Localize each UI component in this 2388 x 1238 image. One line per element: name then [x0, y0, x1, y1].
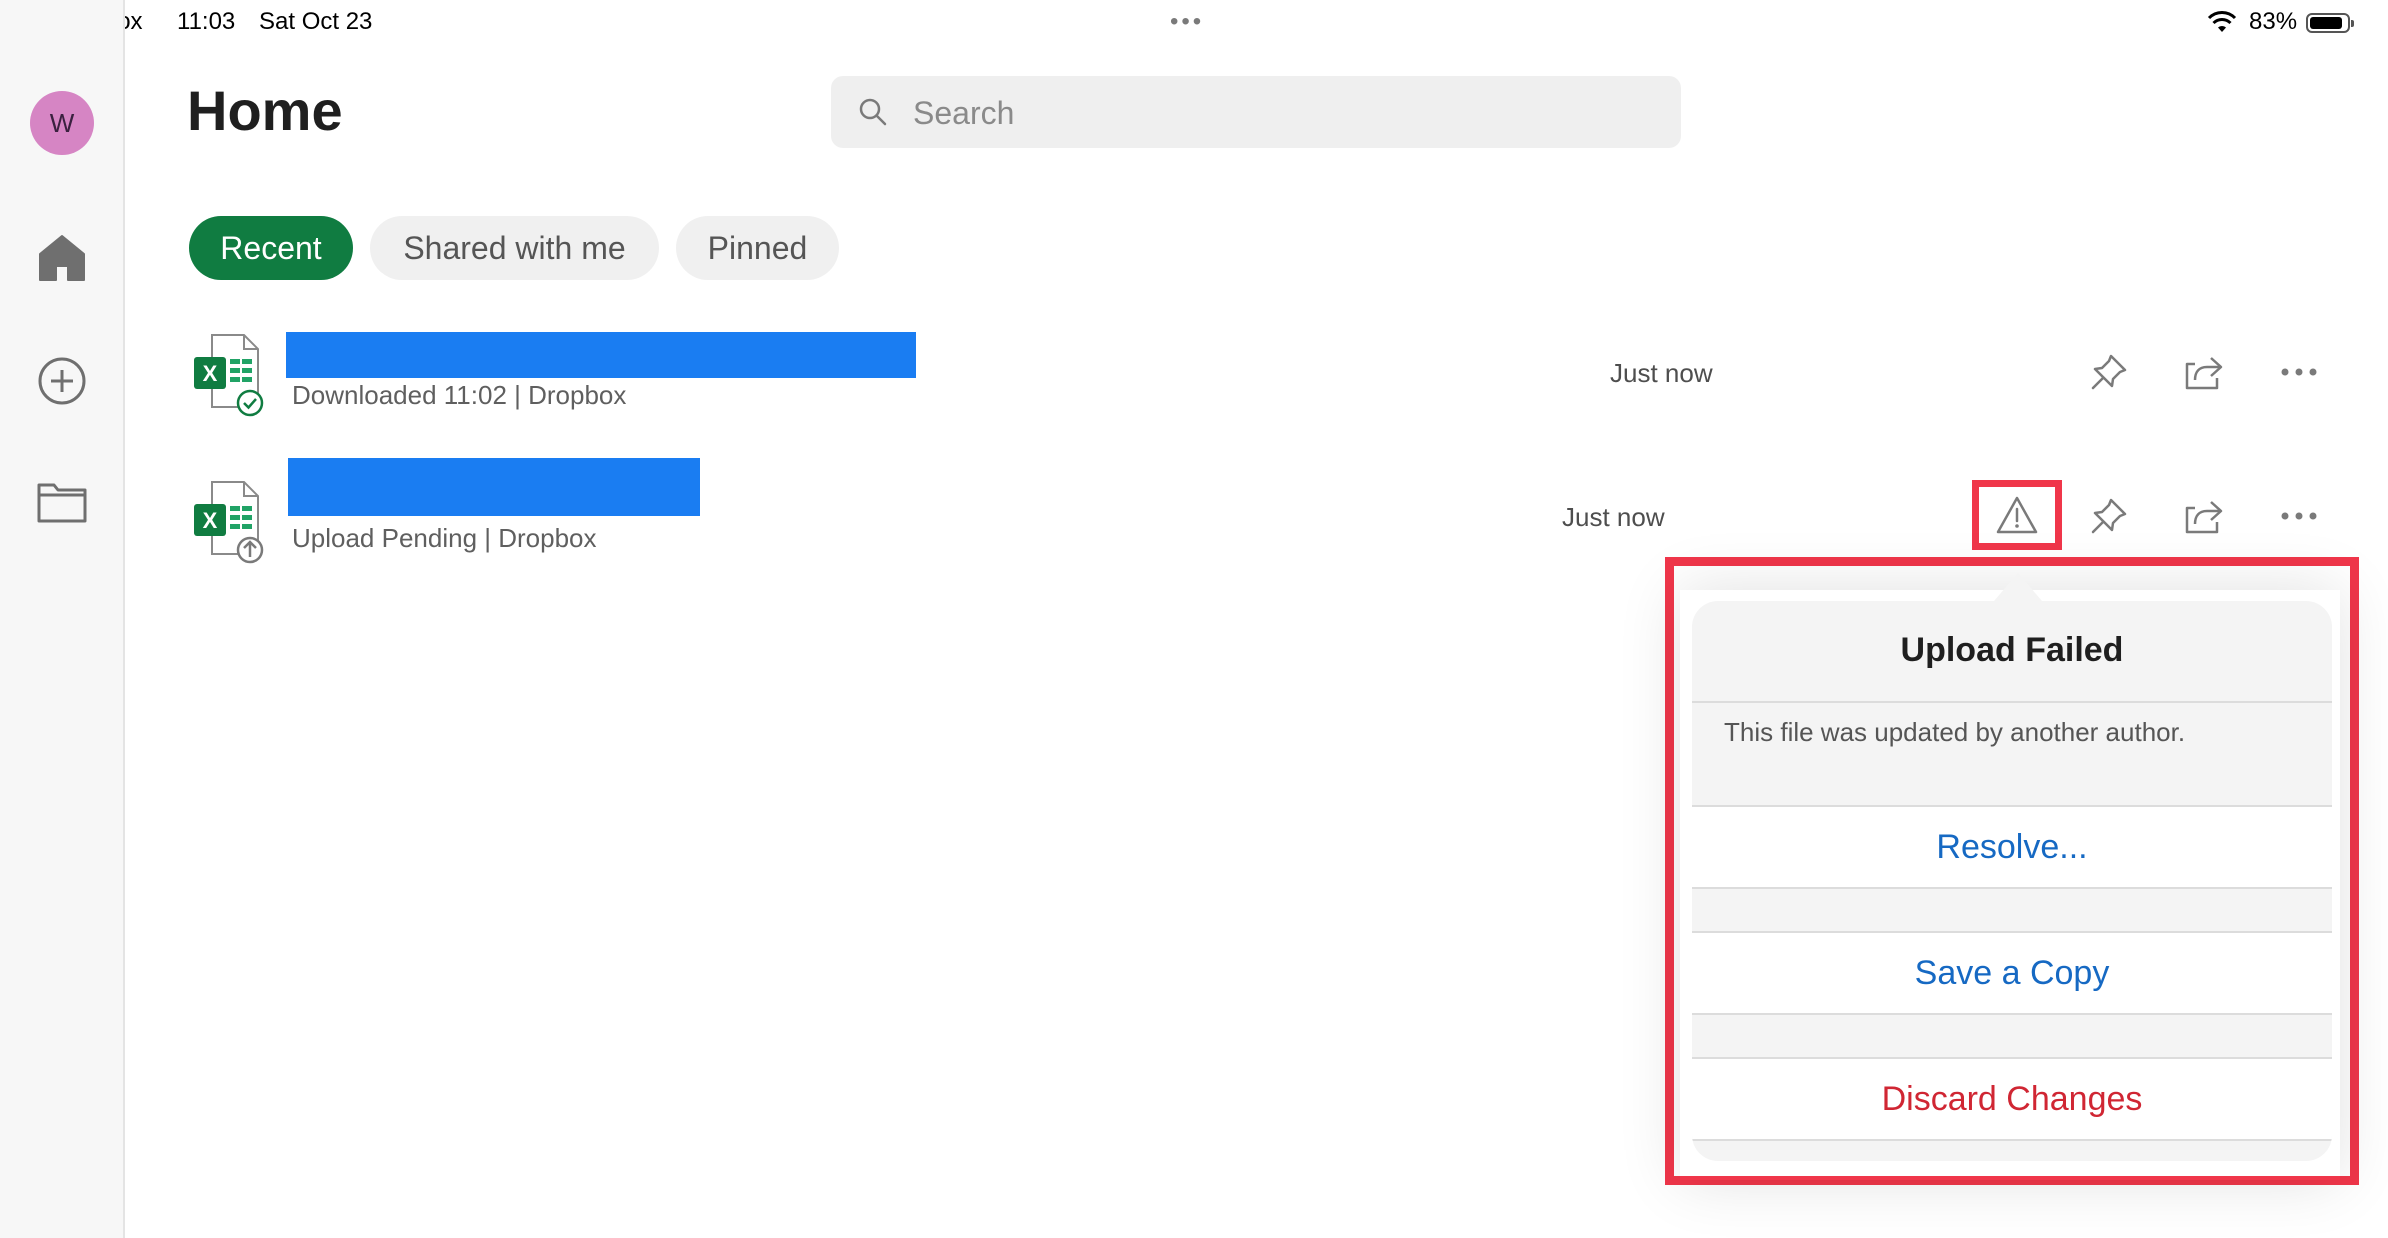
- more-options-button[interactable]: [2271, 488, 2327, 544]
- wifi-icon: [2207, 11, 2237, 32]
- file-status: Upload Pending | Dropbox: [292, 523, 597, 553]
- svg-text:X: X: [203, 361, 218, 386]
- share-button[interactable]: [2176, 488, 2232, 544]
- tab-shared-with-me[interactable]: Shared with me: [370, 216, 659, 280]
- divider: [1692, 701, 2332, 703]
- share-icon: [2185, 357, 2223, 390]
- search-input[interactable]: [911, 90, 1655, 136]
- file-status: Downloaded 11:02 | Dropbox: [292, 380, 627, 410]
- resolve-button[interactable]: Resolve...: [1692, 807, 2332, 887]
- status-time: 11:03: [177, 8, 236, 35]
- save-a-copy-button[interactable]: Save a Copy: [1692, 933, 2332, 1013]
- search-icon: [859, 98, 887, 126]
- battery-icon: [2306, 13, 2354, 33]
- tab-pinned[interactable]: Pinned: [676, 216, 839, 280]
- home-icon[interactable]: [36, 232, 88, 284]
- sidebar: W: [0, 0, 125, 1238]
- pin-button[interactable]: [2081, 344, 2137, 400]
- discard-changes-button[interactable]: Discard Changes: [1692, 1059, 2332, 1139]
- divider: [1692, 887, 2332, 889]
- search-bar[interactable]: [831, 76, 1681, 148]
- share-icon: [2185, 501, 2223, 534]
- excel-synced-icon: X: [194, 334, 264, 417]
- pin-icon: [2091, 354, 2127, 390]
- file-modified-time: Just now: [1562, 502, 1665, 532]
- page-title: Home: [187, 79, 343, 142]
- file-name-redacted: [286, 332, 916, 378]
- more-dots-icon: [2281, 368, 2317, 376]
- tab-recent[interactable]: Recent: [189, 216, 353, 280]
- pin-icon: [2091, 498, 2127, 534]
- battery-percent: 83%: [2249, 8, 2298, 35]
- upload-failed-popover: Upload Failed This file was updated by a…: [1692, 601, 2332, 1161]
- battery-level-fill: [2310, 17, 2342, 29]
- upload-warning-button[interactable]: [1972, 480, 2062, 550]
- popover-message: This file was updated by another author.: [1724, 717, 2186, 747]
- pin-button[interactable]: [2081, 488, 2137, 544]
- more-dots-icon: [2281, 512, 2317, 520]
- share-button[interactable]: [2176, 344, 2232, 400]
- popover-title: Upload Failed: [1900, 631, 2124, 669]
- warning-triangle-icon: [1996, 496, 2038, 534]
- popover-arrow: [1994, 573, 2042, 601]
- multitasking-dots[interactable]: •••: [1170, 8, 1204, 36]
- file-name-redacted: [288, 458, 700, 516]
- more-options-button[interactable]: [2271, 344, 2327, 400]
- status-date: Sat Oct 23: [259, 8, 373, 35]
- divider: [1692, 1139, 2332, 1141]
- svg-text:X: X: [203, 508, 218, 533]
- divider: [1692, 1013, 2332, 1015]
- file-modified-time: Just now: [1610, 358, 1713, 388]
- status-bar: ◀Dropbox 11:03 Sat Oct 23 ••• 83%: [0, 0, 2388, 48]
- avatar[interactable]: W: [30, 91, 94, 155]
- folder-icon[interactable]: [36, 475, 88, 527]
- excel-upload-icon: X: [194, 481, 264, 564]
- add-circle-icon[interactable]: [36, 355, 88, 407]
